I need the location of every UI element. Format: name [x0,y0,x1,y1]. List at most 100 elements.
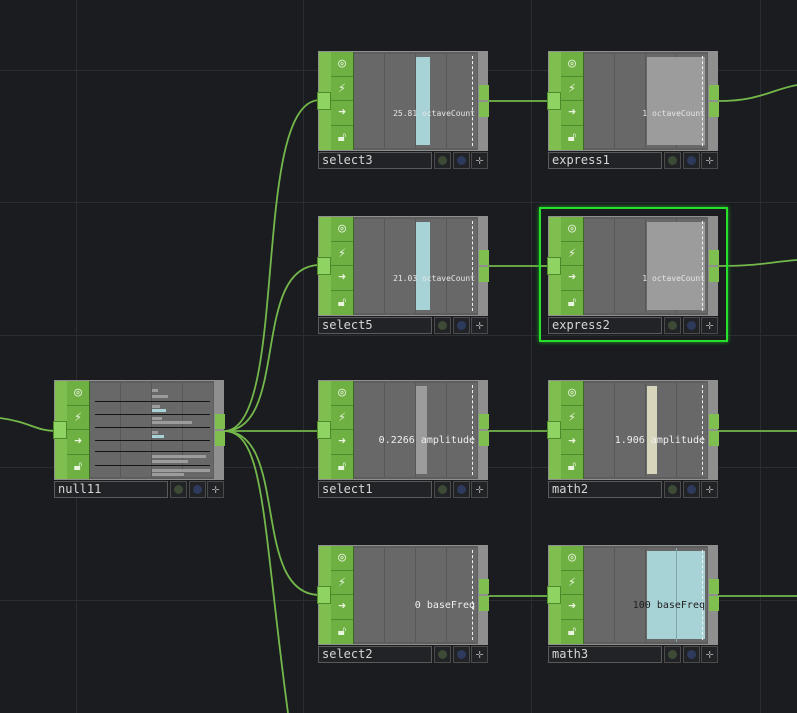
output-connector-2[interactable] [709,267,719,282]
output-connector-2[interactable] [709,431,719,446]
node-cook-indicator[interactable] [664,481,681,498]
output-connector-1[interactable] [709,250,719,265]
output-connector-2[interactable] [709,102,719,117]
node-cook-indicator[interactable] [664,152,681,169]
node-expand-icon[interactable]: ✛ [471,152,488,169]
node-name[interactable]: select3 [318,152,432,169]
input-connector[interactable] [53,421,67,439]
node-select3[interactable]: ◎ ⚡ ➜ 🔓︎ 25.81 octaveCount select3 ✛ [317,51,489,169]
node-expand-icon[interactable]: ✛ [701,152,718,169]
display-flag-icon[interactable]: ➜ [561,266,583,291]
output-connector-1[interactable] [479,579,489,594]
node-expand-icon[interactable]: ✛ [701,317,718,334]
node-cook-indicator[interactable] [664,646,681,663]
node-express2[interactable]: ◎ ⚡ ➜ 🔓︎ 1 octaveCount express2 ✛ [547,216,719,334]
node-viewer[interactable] [584,54,707,148]
display-flag-icon[interactable]: ➜ [331,101,353,126]
output-connector-2[interactable] [479,102,489,117]
viewer-flag-icon[interactable]: ◎ [331,52,353,77]
input-connector[interactable] [317,421,331,439]
viewer-flag-icon[interactable]: ◎ [561,217,583,242]
node-expand-icon[interactable]: ✛ [701,481,718,498]
output-connector-1[interactable] [479,85,489,100]
output-connector-1[interactable] [479,414,489,429]
lock-flag-icon[interactable]: 🔓︎ [561,126,583,151]
output-connector-1[interactable] [479,250,489,265]
display-flag-icon[interactable]: ➜ [331,266,353,291]
node-name[interactable]: express2 [548,317,662,334]
lock-flag-icon[interactable]: 🔓︎ [331,291,353,316]
bypass-flag-icon[interactable]: ⚡ [331,571,353,595]
viewer-flag-icon[interactable]: ◎ [331,217,353,242]
lock-flag-icon[interactable]: 🔓︎ [561,620,583,645]
viewer-flag-icon[interactable]: ◎ [331,546,353,571]
output-connector-2[interactable] [479,431,489,446]
lock-flag-icon[interactable]: 🔓︎ [331,126,353,151]
node-cook-indicator[interactable] [664,317,681,334]
output-connector-1[interactable] [215,414,225,429]
node-viewer-toggle[interactable] [453,317,470,334]
display-flag-icon[interactable]: ➜ [67,430,89,455]
node-viewer[interactable] [354,548,477,642]
output-connector-2[interactable] [479,596,489,611]
output-connector-1[interactable] [709,85,719,100]
node-cook-indicator[interactable] [434,152,451,169]
node-select5[interactable]: ◎ ⚡ ➜ 🔓︎ 21.03 octaveCount select5 ✛ [317,216,489,334]
input-connector[interactable] [547,586,561,604]
node-expand-icon[interactable]: ✛ [471,317,488,334]
input-connector[interactable] [547,257,561,275]
bypass-flag-icon[interactable]: ⚡ [67,406,89,430]
input-connector[interactable] [547,92,561,110]
node-name[interactable]: express1 [548,152,662,169]
input-connector[interactable] [317,92,331,110]
node-viewer[interactable] [584,219,707,313]
output-connector-2[interactable] [215,431,225,446]
node-math2[interactable]: ◎ ⚡ ➜ 🔓︎ 1.906 amplitude math2 ✛ [547,380,719,498]
node-viewer[interactable] [354,383,477,477]
node-math3[interactable]: ◎ ⚡ ➜ 🔓︎ 100 baseFreq math3 ✛ [547,545,719,663]
bypass-flag-icon[interactable]: ⚡ [561,77,583,101]
node-name[interactable]: math2 [548,481,662,498]
output-connector-2[interactable] [709,596,719,611]
lock-flag-icon[interactable]: 🔓︎ [561,291,583,316]
lock-flag-icon[interactable]: 🔓︎ [561,455,583,480]
display-flag-icon[interactable]: ➜ [561,101,583,126]
viewer-flag-icon[interactable]: ◎ [331,381,353,406]
display-flag-icon[interactable]: ➜ [561,430,583,455]
node-viewer-toggle[interactable] [453,646,470,663]
bypass-flag-icon[interactable]: ⚡ [561,406,583,430]
node-viewer[interactable] [354,54,477,148]
display-flag-icon[interactable]: ➜ [561,595,583,620]
viewer-flag-icon[interactable]: ◎ [561,381,583,406]
node-expand-icon[interactable]: ✛ [207,481,224,498]
display-flag-icon[interactable]: ➜ [331,595,353,620]
node-expand-icon[interactable]: ✛ [701,646,718,663]
node-viewer[interactable] [584,548,707,642]
node-viewer[interactable] [90,383,213,477]
output-connector-2[interactable] [479,267,489,282]
node-select1[interactable]: ◎ ⚡ ➜ 🔓︎ 0.2266 amplitude select1 ✛ [317,380,489,498]
bypass-flag-icon[interactable]: ⚡ [561,242,583,266]
node-expand-icon[interactable]: ✛ [471,646,488,663]
viewer-flag-icon[interactable]: ◎ [561,546,583,571]
bypass-flag-icon[interactable]: ⚡ [331,242,353,266]
node-viewer-toggle[interactable] [453,152,470,169]
viewer-flag-icon[interactable]: ◎ [561,52,583,77]
bypass-flag-icon[interactable]: ⚡ [331,406,353,430]
output-connector-1[interactable] [709,579,719,594]
node-name[interactable]: select1 [318,481,432,498]
node-cook-indicator[interactable] [434,481,451,498]
node-name[interactable]: select5 [318,317,432,334]
node-viewer-toggle[interactable] [189,481,206,498]
node-name[interactable]: select2 [318,646,432,663]
display-flag-icon[interactable]: ➜ [331,430,353,455]
node-viewer[interactable] [354,219,477,313]
input-connector[interactable] [547,421,561,439]
node-name[interactable]: math3 [548,646,662,663]
node-viewer-toggle[interactable] [683,646,700,663]
node-viewer-toggle[interactable] [683,317,700,334]
viewer-flag-icon[interactable]: ◎ [67,381,89,406]
node-express1[interactable]: ◎ ⚡ ➜ 🔓︎ 1 octaveCount express1 ✛ [547,51,719,169]
node-viewer[interactable] [584,383,707,477]
node-viewer-toggle[interactable] [453,481,470,498]
